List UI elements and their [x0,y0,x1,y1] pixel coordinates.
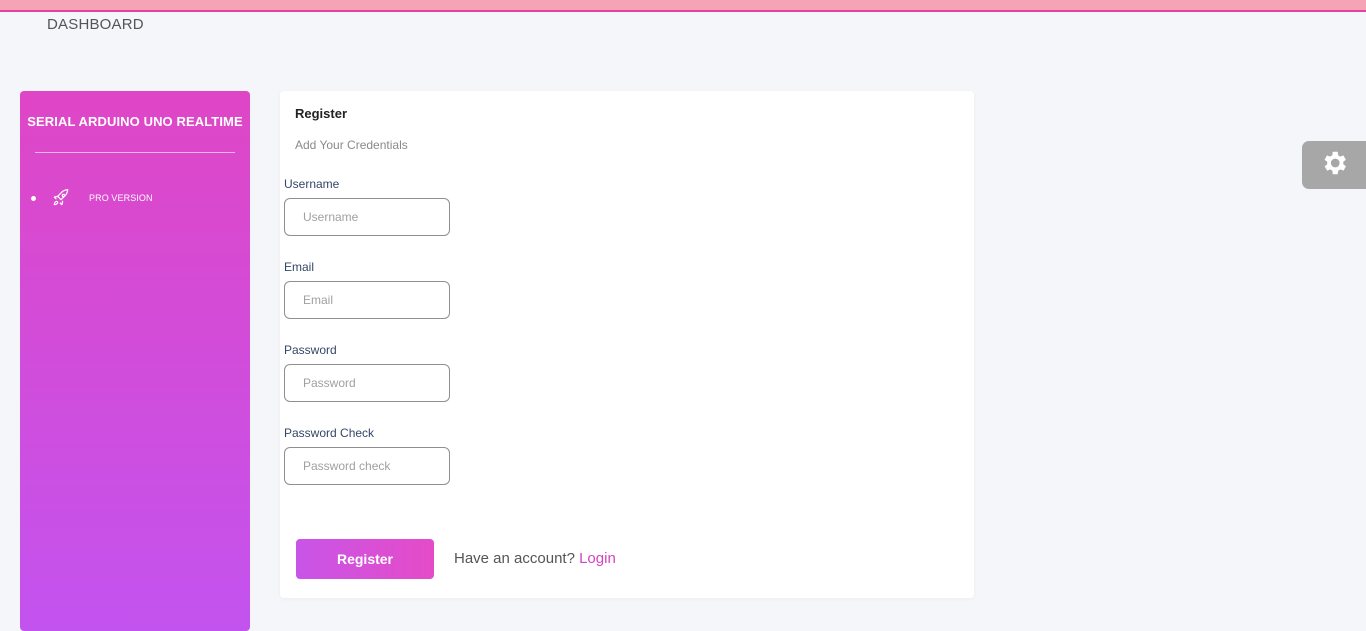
gear-icon [1319,148,1349,183]
password-label: Password [284,343,337,357]
sidebar-item-label: PRO VERSION [89,193,153,203]
register-button[interactable]: Register [296,539,434,579]
password-input[interactable] [284,364,450,402]
top-bar [0,0,1366,12]
email-label: Email [284,260,315,274]
username-input[interactable] [284,198,450,236]
account-prompt-text: Have an account? [454,550,575,567]
account-prompt: Have an account? Login [454,550,616,567]
sidebar-title: SERIAL ARDUINO UNO REALTIME [27,114,243,129]
password-check-label: Password Check [284,426,375,440]
email-input[interactable] [284,281,450,319]
sidebar: SERIAL ARDUINO UNO REALTIME PRO VERSION [20,91,250,631]
sidebar-item-pro-version[interactable]: PRO VERSION [30,187,240,209]
register-card: Register Add Your Credentials Username E… [280,91,974,598]
form-subtitle: Add Your Credentials [295,138,408,152]
rocket-icon [50,187,72,209]
bullet-icon [31,195,36,201]
login-link[interactable]: Login [579,550,616,567]
page-title: DASHBOARD [47,16,144,33]
form-title: Register [295,106,348,121]
username-label: Username [284,177,340,191]
sidebar-divider [35,152,235,153]
password-check-input[interactable] [284,447,450,485]
settings-button[interactable] [1302,141,1366,189]
